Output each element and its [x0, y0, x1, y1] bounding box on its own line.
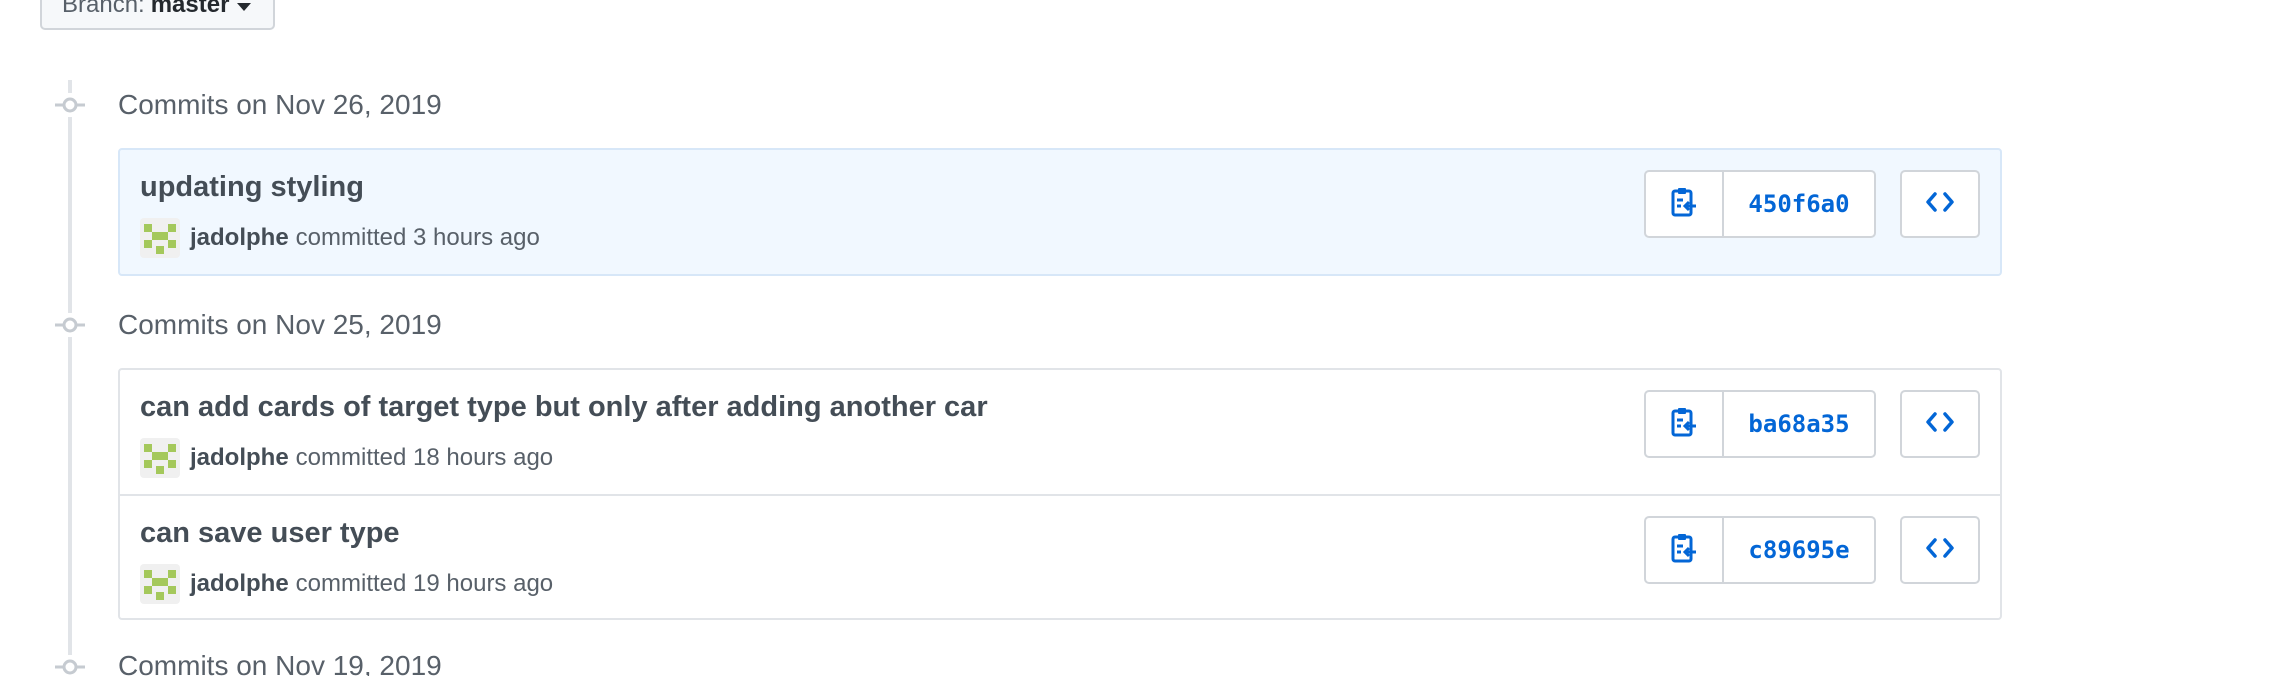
commit-meta: jadolphe committed 19 hours ago — [140, 564, 553, 604]
clipboard-icon — [1670, 406, 1698, 443]
copy-sha-button[interactable] — [1646, 518, 1724, 582]
commit-group-title: Commits on Nov 19, 2019 — [118, 650, 442, 676]
git-commit-icon — [54, 655, 86, 676]
commit-time: committed 19 hours ago — [295, 570, 554, 597]
avatar[interactable] — [140, 218, 180, 258]
branch-select-button[interactable]: Branch: master — [40, 0, 276, 30]
browse-repo-button[interactable] — [1900, 390, 1980, 458]
commit-row: can save user type jadolphe committed 19… — [120, 494, 2000, 618]
commit-list: can add cards of target type but only af… — [118, 368, 2002, 620]
commit-group-title: Commits on Nov 26, 2019 — [118, 89, 442, 120]
commit-row: updating styling jadolphe committed 3 ho… — [120, 150, 2000, 274]
commit-sha-link[interactable]: 450f6a0 — [1724, 172, 1874, 236]
git-commit-icon — [54, 93, 86, 117]
commit-meta: jadolphe committed 3 hours ago — [140, 218, 540, 258]
author-link[interactable]: jadolphe — [190, 570, 289, 598]
caret-down-icon — [237, 2, 252, 11]
commit-list: updating styling jadolphe committed 3 ho… — [118, 148, 2002, 276]
avatar[interactable] — [140, 438, 180, 478]
commit-meta: jadolphe committed 18 hours ago — [140, 438, 553, 478]
sha-button-group: c89695e — [1644, 516, 1876, 584]
avatar[interactable] — [140, 564, 180, 604]
commits-page: Branch: master Commits on Nov 26, 2019 u… — [0, 0, 2286, 676]
clipboard-icon — [1670, 532, 1698, 569]
commit-time: committed 18 hours ago — [295, 444, 554, 471]
browse-repo-button[interactable] — [1900, 516, 1980, 584]
commit-time: committed 3 hours ago — [295, 224, 540, 251]
commit-message-link[interactable]: can add cards of target type but only af… — [140, 391, 988, 424]
commit-message-link[interactable]: updating styling — [140, 171, 364, 204]
branch-label: Branch: — [62, 0, 145, 18]
code-icon — [1925, 537, 1955, 564]
copy-sha-button[interactable] — [1646, 172, 1724, 236]
sha-button-group: ba68a35 — [1644, 390, 1876, 458]
branch-name: master — [150, 0, 230, 18]
clipboard-icon — [1670, 186, 1698, 223]
code-icon — [1925, 191, 1955, 218]
commit-group-title: Commits on Nov 25, 2019 — [118, 309, 442, 340]
author-link[interactable]: jadolphe — [190, 224, 289, 252]
sha-button-group: 450f6a0 — [1644, 170, 1876, 238]
browse-repo-button[interactable] — [1900, 170, 1980, 238]
commit-sha-link[interactable]: ba68a35 — [1724, 392, 1874, 456]
git-commit-icon — [54, 313, 86, 337]
author-link[interactable]: jadolphe — [190, 444, 289, 472]
code-icon — [1925, 411, 1955, 438]
commit-row: can add cards of target type but only af… — [120, 370, 2000, 494]
commit-sha-link[interactable]: c89695e — [1724, 518, 1874, 582]
timeline-line — [68, 80, 72, 676]
commit-message-link[interactable]: can save user type — [140, 517, 400, 550]
copy-sha-button[interactable] — [1646, 392, 1724, 456]
